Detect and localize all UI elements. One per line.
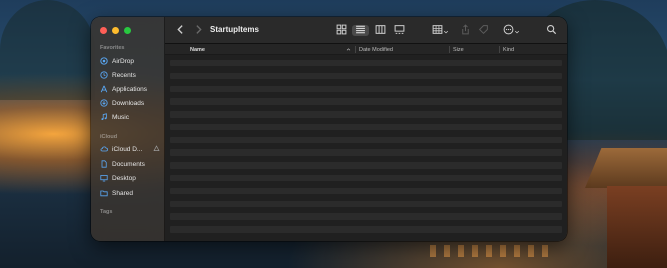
icloud-heading: iCloud <box>100 134 118 140</box>
sidebar-item-applications[interactable]: Applications <box>100 83 160 95</box>
download-icon <box>100 99 108 107</box>
more-actions-button[interactable] <box>501 24 521 36</box>
traffic-lights <box>100 27 131 34</box>
sidebar: Favorites AirDrop Recents Applications D… <box>91 17 165 241</box>
close-button[interactable] <box>100 27 107 34</box>
tag-button[interactable] <box>478 24 489 36</box>
share-button[interactable] <box>460 23 471 36</box>
file-browser: StartupItems Name Date Modified Size Kin… <box>165 17 567 241</box>
list-row-stripe <box>170 123 562 131</box>
sidebar-item-label: AirDrop <box>112 57 135 65</box>
list-row-stripe <box>170 226 562 233</box>
list-row-stripe <box>170 200 562 207</box>
list-row-stripe <box>170 72 562 80</box>
list-row-stripe <box>170 213 562 220</box>
finder-window: Favorites AirDrop Recents Applications D… <box>91 17 567 241</box>
column-divider[interactable] <box>499 46 500 53</box>
list-row-stripe <box>170 98 562 105</box>
shared-folder-icon <box>100 189 108 197</box>
list-row-stripe <box>170 187 562 195</box>
sidebar-item-label: Shared <box>112 189 133 197</box>
sidebar-item-icloud-drive[interactable]: iCloud D... <box>100 143 160 155</box>
sidebar-item-music[interactable]: Music <box>100 111 160 123</box>
gallery-view-icon <box>394 22 405 40</box>
sidebar-item-label: Applications <box>112 85 148 93</box>
applications-icon <box>100 85 108 93</box>
list-row-stripe <box>170 175 562 182</box>
forward-button[interactable] <box>193 24 204 36</box>
column-divider[interactable] <box>355 46 356 53</box>
tag-icon <box>478 22 489 40</box>
search-icon <box>546 22 557 40</box>
clock-icon <box>100 71 108 79</box>
sidebar-item-label: Documents <box>112 160 145 168</box>
list-row-stripe <box>170 60 562 67</box>
minimize-button[interactable] <box>112 27 119 34</box>
column-header-size[interactable]: Size <box>453 47 464 53</box>
group-by-button[interactable] <box>430 24 450 36</box>
group-grid-icon <box>432 22 443 40</box>
sidebar-item-label: Recents <box>112 71 136 79</box>
list-row-stripe <box>170 85 562 92</box>
airdrop-icon <box>100 57 108 65</box>
progress-circle-icon <box>153 145 160 152</box>
music-icon <box>100 113 108 121</box>
list-row-stripe <box>170 136 562 144</box>
chevron-down-icon <box>443 22 449 40</box>
column-header: Name Date Modified Size Kind <box>165 44 567 55</box>
sidebar-item-documents[interactable]: Documents <box>100 158 160 170</box>
sidebar-item-recents[interactable]: Recents <box>100 69 160 81</box>
back-button[interactable] <box>175 24 186 36</box>
sidebar-item-label: Desktop <box>112 174 136 182</box>
favorites-heading: Favorites <box>100 45 125 51</box>
icon-view-button[interactable] <box>335 24 348 36</box>
sort-indicator-icon <box>346 47 351 54</box>
search-button[interactable] <box>546 24 557 36</box>
list-row-stripe <box>170 149 562 156</box>
toolbar: StartupItems <box>165 17 567 44</box>
wallpaper-hut-wall <box>607 186 667 268</box>
list-view-button[interactable] <box>352 25 369 36</box>
chevron-down-icon <box>514 22 520 40</box>
tags-heading: Tags <box>100 209 113 215</box>
sidebar-item-label: iCloud D... <box>112 145 143 153</box>
sidebar-item-shared[interactable]: Shared <box>100 187 160 199</box>
list-row-stripe <box>170 162 562 169</box>
grid-view-icon <box>336 22 347 40</box>
ellipsis-circle-icon <box>503 22 514 40</box>
file-list[interactable] <box>170 60 562 239</box>
list-row-stripe <box>170 111 562 118</box>
sidebar-item-airdrop[interactable]: AirDrop <box>100 55 160 67</box>
document-icon <box>100 160 108 168</box>
wallpaper-hut-roof <box>585 148 667 188</box>
wallpaper-foliage <box>0 0 95 100</box>
list-view-icon <box>355 22 366 40</box>
sidebar-item-label: Music <box>112 113 129 121</box>
desktop-icon <box>100 174 108 182</box>
zoom-button[interactable] <box>124 27 131 34</box>
chevron-right-icon <box>193 22 204 40</box>
window-title: StartupItems <box>210 25 259 34</box>
column-divider[interactable] <box>449 46 450 53</box>
sidebar-item-downloads[interactable]: Downloads <box>100 97 160 109</box>
column-header-kind[interactable]: Kind <box>503 47 514 53</box>
wallpaper-water-reflection <box>430 245 550 257</box>
gallery-view-button[interactable] <box>392 24 406 36</box>
column-view-icon <box>375 22 386 40</box>
column-header-name[interactable]: Name <box>190 47 205 53</box>
column-header-date-modified[interactable]: Date Modified <box>359 47 393 53</box>
chevron-left-icon <box>175 22 186 40</box>
sidebar-item-label: Downloads <box>112 99 145 107</box>
share-icon <box>460 22 471 40</box>
sidebar-item-desktop[interactable]: Desktop <box>100 172 160 184</box>
column-view-button[interactable] <box>373 24 387 36</box>
icloud-icon <box>100 145 108 153</box>
